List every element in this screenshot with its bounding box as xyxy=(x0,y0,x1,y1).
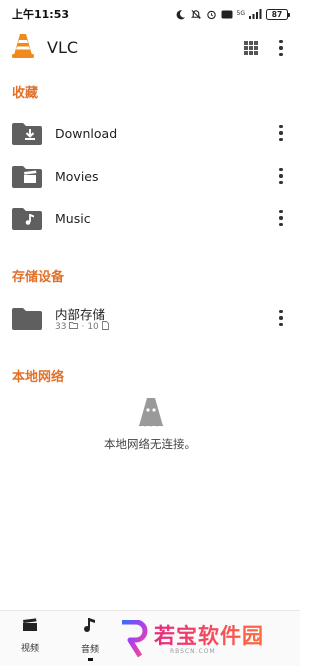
watermark-text: 若宝软件园 xyxy=(154,620,264,650)
nav-tab-label: 音频 xyxy=(80,645,99,655)
app-title: VLC xyxy=(47,38,79,57)
favorite-item-label: Music xyxy=(55,211,91,226)
more-options-icon[interactable] xyxy=(277,37,285,59)
favorite-item-label: Download xyxy=(55,126,118,141)
app-bar: VLC xyxy=(0,30,300,68)
favorite-item-download[interactable]: Download xyxy=(0,113,300,153)
vlc-cone-gray-icon xyxy=(137,396,165,432)
signal-icon xyxy=(249,9,262,19)
music-note-icon xyxy=(83,617,97,637)
mute-icon xyxy=(190,9,202,20)
small-file-icon xyxy=(101,321,109,333)
favorite-item-label: Movies xyxy=(55,169,99,184)
alarm-icon xyxy=(206,9,217,20)
movie-folder-icon xyxy=(12,164,42,188)
more-options-icon[interactable] xyxy=(277,123,285,143)
small-folder-icon xyxy=(69,322,79,332)
watermark-logo-icon xyxy=(118,619,150,658)
sim-icon xyxy=(221,10,233,19)
favorite-item-movies[interactable]: Movies xyxy=(0,156,300,196)
watermark: 若宝软件园 RBSCN.COM xyxy=(118,618,288,662)
network-label: 5G xyxy=(236,10,245,17)
nav-tab-video[interactable]: 视频 xyxy=(10,617,50,654)
favorite-item-music[interactable]: Music xyxy=(0,198,300,238)
nav-tab-audio[interactable]: 音频 xyxy=(70,617,110,661)
favorites-section-title: 收藏 xyxy=(12,86,39,101)
storage-item-counts: 33 · 10 xyxy=(55,321,109,333)
separator-dot: · xyxy=(81,322,85,332)
music-folder-icon xyxy=(12,206,42,230)
vlc-cone-icon xyxy=(12,33,34,59)
storage-item-internal[interactable]: 内部存储 33 · 10 xyxy=(0,296,300,340)
empty-state-text: 本地网络无连接。 xyxy=(104,437,196,451)
nav-tab-label: 视频 xyxy=(20,644,39,654)
status-bar: 上午11:53 5G 87 xyxy=(0,0,300,28)
file-count: 10 xyxy=(87,322,99,332)
status-time: 上午11:53 xyxy=(12,8,70,21)
folder-icon xyxy=(12,306,42,330)
more-options-icon[interactable] xyxy=(277,166,285,186)
video-clapper-icon xyxy=(22,617,38,636)
watermark-url: RBSCN.COM xyxy=(170,648,216,655)
folder-count: 33 xyxy=(55,322,67,332)
more-options-icon[interactable] xyxy=(277,208,285,228)
more-options-icon[interactable] xyxy=(277,308,285,328)
active-tab-indicator xyxy=(87,658,93,661)
download-folder-icon xyxy=(12,121,42,145)
moon-icon xyxy=(175,9,186,20)
local-network-section-title: 本地网络 xyxy=(12,370,65,385)
battery-indicator: 87 xyxy=(266,8,290,20)
grid-view-icon[interactable] xyxy=(243,40,259,56)
storage-section-title: 存储设备 xyxy=(12,270,65,285)
status-icons: 5G 87 xyxy=(175,8,290,20)
